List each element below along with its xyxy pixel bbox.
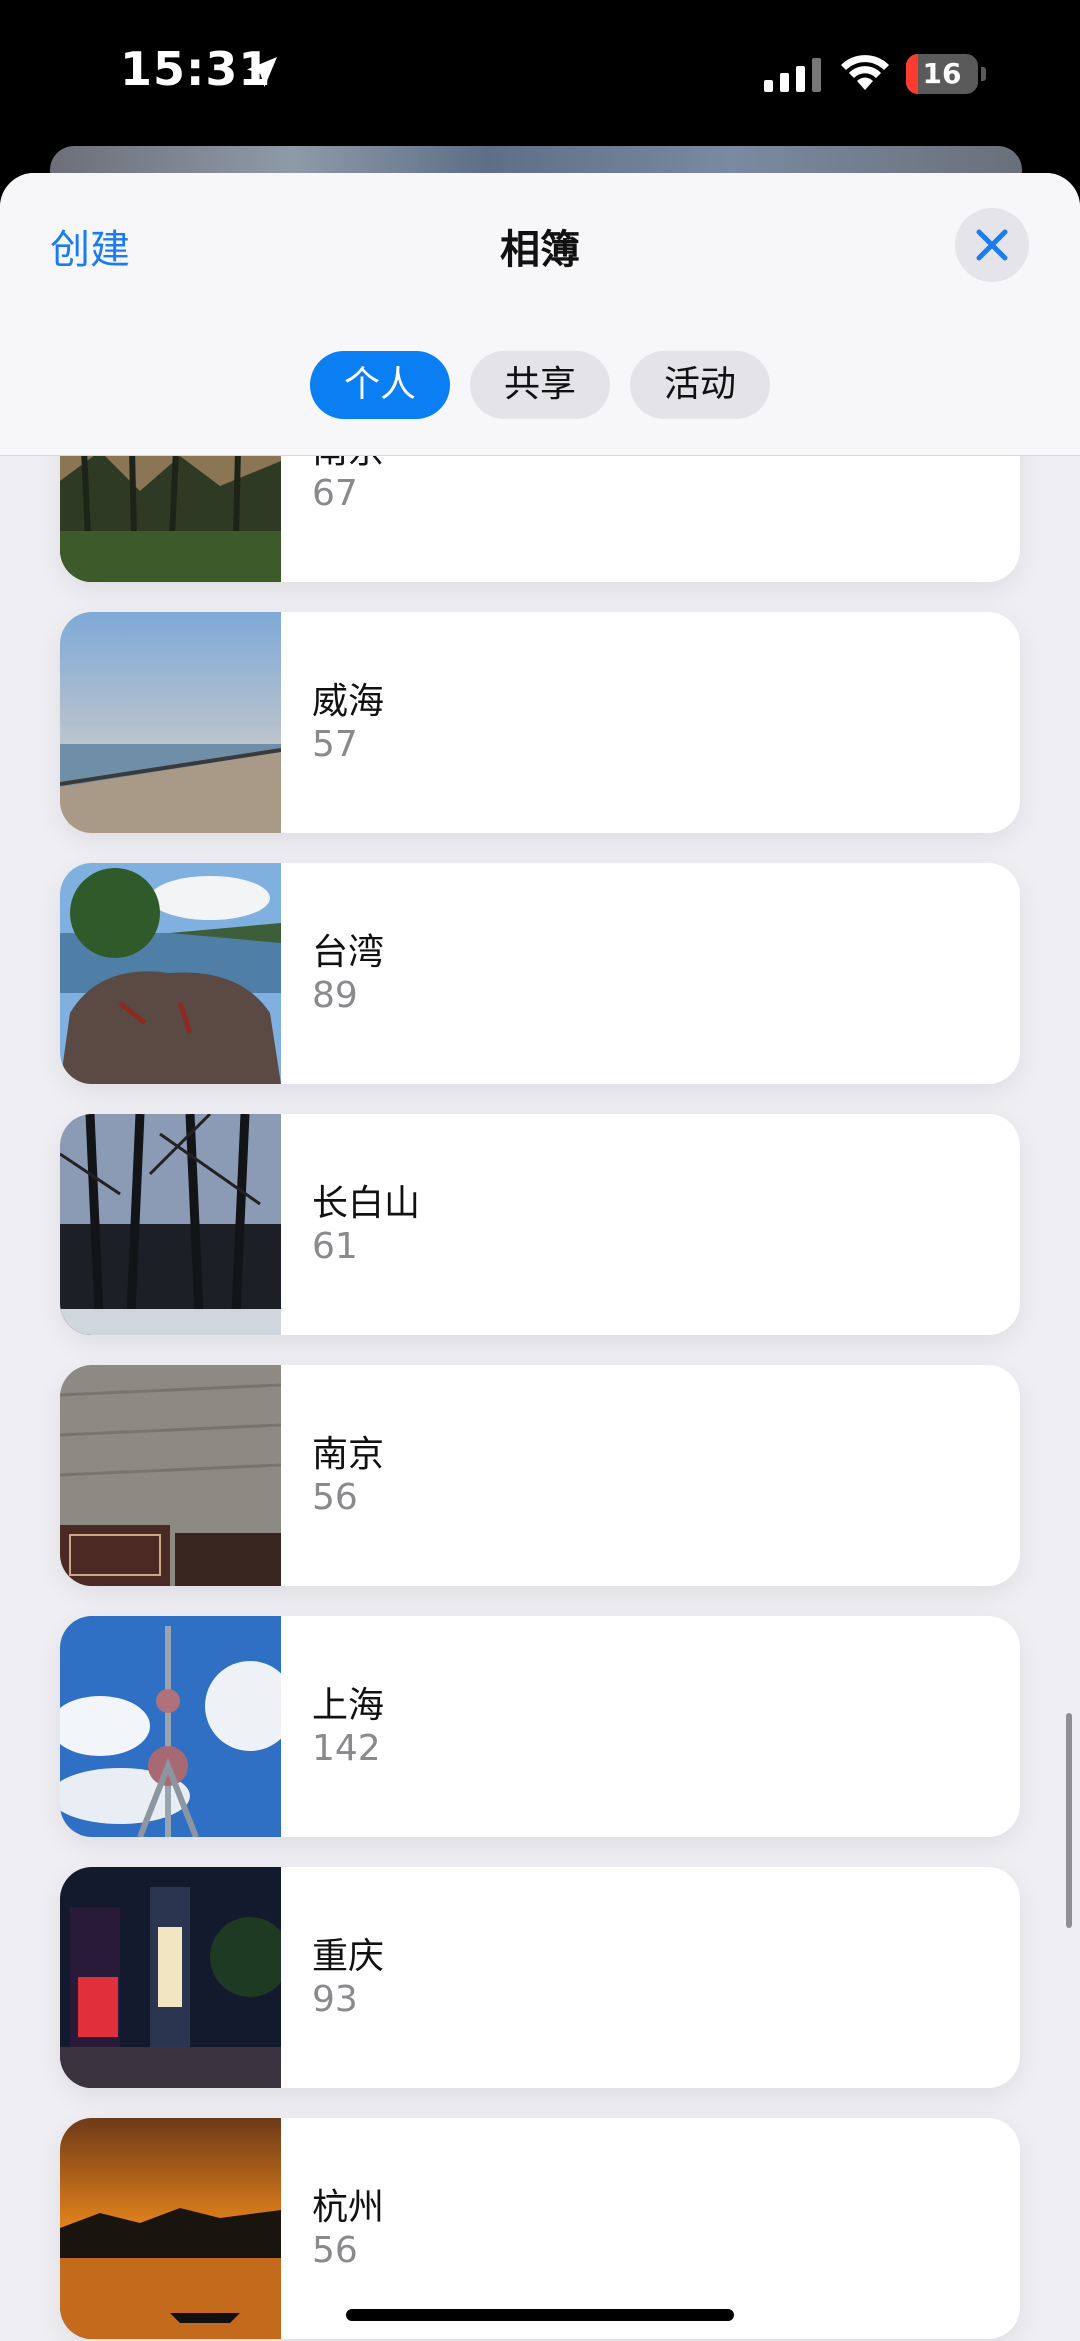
album-card[interactable]: 台湾 89 <box>60 863 1020 1084</box>
album-name: 重庆 <box>312 1936 385 1977</box>
album-count: 89 <box>312 975 358 1016</box>
segment-shared[interactable]: 共享 <box>470 351 610 419</box>
album-name: 威海 <box>312 681 385 722</box>
album-card[interactable]: 重庆 93 <box>60 1867 1020 2088</box>
album-list: 南京 67 威海 57 台湾 <box>0 455 1080 2341</box>
album-thumbnail <box>60 1365 281 1586</box>
album-name: 杭州 <box>312 2187 385 2228</box>
album-name: 台湾 <box>312 932 385 973</box>
cellular-signal-icon <box>764 58 821 92</box>
album-name: 上海 <box>312 1685 385 1726</box>
wifi-icon <box>841 55 889 90</box>
album-count: 56 <box>312 2230 358 2271</box>
battery-percent: 16 <box>922 57 962 90</box>
album-count: 93 <box>312 1979 358 2020</box>
album-card[interactable]: 南京 56 <box>60 1365 1020 1586</box>
album-card[interactable]: 杭州 56 <box>60 2118 1020 2339</box>
home-indicator[interactable] <box>346 2309 734 2321</box>
close-icon <box>976 229 1008 261</box>
album-thumbnail <box>60 863 281 1084</box>
album-name: 南京 <box>312 455 384 473</box>
page-title: 相簿 <box>500 227 580 273</box>
album-thumbnail <box>60 1867 281 2088</box>
album-count: 56 <box>312 1477 358 1518</box>
album-name: 南京 <box>312 1434 385 1475</box>
album-card[interactable]: 长白山 61 <box>60 1114 1020 1335</box>
segment-personal[interactable]: 个人 <box>310 351 450 419</box>
album-thumbnail <box>60 1616 281 1837</box>
battery-icon: 16 <box>906 54 986 94</box>
album-thumbnail <box>60 455 281 582</box>
sheet-header: 创建 相簿 个人 共享 活动 <box>0 173 1080 456</box>
location-arrow-icon <box>247 57 277 87</box>
albums-sheet: 创建 相簿 个人 共享 活动 南京 67 <box>0 173 1080 2341</box>
close-button[interactable] <box>955 208 1029 282</box>
album-card[interactable]: 威海 57 <box>60 612 1020 833</box>
album-count: 61 <box>312 1226 358 1267</box>
segment-activity[interactable]: 活动 <box>630 351 770 419</box>
album-count: 67 <box>312 473 358 514</box>
album-thumbnail <box>60 612 281 833</box>
album-count: 142 <box>312 1728 381 1769</box>
album-card[interactable]: 上海 142 <box>60 1616 1020 1837</box>
album-thumbnail <box>60 1114 281 1335</box>
album-name: 长白山 <box>312 1183 421 1224</box>
album-thumbnail <box>60 2118 281 2339</box>
scroll-indicator[interactable] <box>1066 1713 1072 1928</box>
album-card[interactable]: 南京 67 <box>60 455 1020 582</box>
status-bar: 15:31 16 <box>0 0 1080 150</box>
album-count: 57 <box>312 724 358 765</box>
